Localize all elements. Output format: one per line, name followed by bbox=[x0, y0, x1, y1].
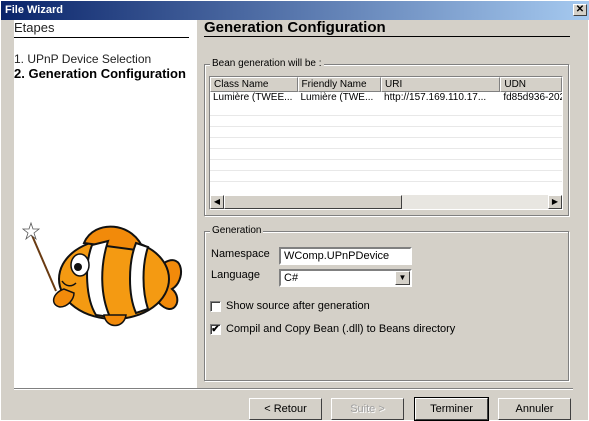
window-title: File Wizard bbox=[5, 4, 63, 16]
language-select[interactable]: C# ▼ bbox=[279, 269, 412, 287]
cell-friendly-name: Lumière (TWE... bbox=[300, 92, 374, 103]
close-button[interactable]: ✕ bbox=[573, 4, 587, 16]
column-udn[interactable]: UDN bbox=[500, 77, 562, 92]
empty-row bbox=[210, 160, 562, 171]
cell-udn: fd85d936-202 bbox=[503, 92, 562, 103]
next-button[interactable]: Suite > bbox=[331, 398, 404, 420]
finish-button[interactable]: Terminer bbox=[414, 397, 489, 421]
scroll-thumb[interactable] bbox=[224, 195, 402, 209]
title-bar: File Wizard ✕ bbox=[1, 1, 589, 20]
column-uri[interactable]: URI bbox=[381, 77, 501, 92]
file-wizard-window: File Wizard ✕ Etapes 1. UPnP Device Sele… bbox=[0, 0, 589, 421]
bean-generation-label: Bean generation will be : bbox=[210, 58, 324, 69]
generation-group-label: Generation bbox=[210, 225, 264, 236]
empty-row bbox=[210, 116, 562, 127]
empty-row bbox=[210, 149, 562, 160]
namespace-label: Namespace bbox=[211, 248, 270, 260]
cell-uri: http://157.169.110.17... bbox=[384, 92, 487, 103]
empty-row bbox=[210, 171, 562, 182]
bean-table[interactable]: Class Name Friendly Name URI UDN Lumière… bbox=[209, 76, 563, 210]
cell-class-name: Lumière (TWEE... bbox=[213, 92, 293, 103]
scroll-right-icon[interactable]: ▶ bbox=[548, 195, 562, 209]
language-selected-value: C# bbox=[284, 272, 299, 284]
title-divider bbox=[204, 36, 570, 37]
show-source-checkbox[interactable] bbox=[210, 301, 221, 312]
page-title: Generation Configuration bbox=[204, 19, 386, 36]
back-button[interactable]: < Retour bbox=[249, 398, 322, 420]
language-label: Language bbox=[211, 269, 260, 281]
column-class-name[interactable]: Class Name bbox=[210, 77, 298, 92]
steps-header: Etapes bbox=[14, 20, 55, 35]
table-row[interactable]: Lumière (TWEE... Lumière (TWE... http://… bbox=[210, 92, 562, 105]
scroll-left-icon[interactable]: ◀ bbox=[210, 195, 224, 209]
empty-row bbox=[210, 138, 562, 149]
column-friendly-name[interactable]: Friendly Name bbox=[297, 77, 382, 92]
show-source-label: Show source after generation bbox=[226, 300, 370, 312]
chevron-down-icon[interactable]: ▼ bbox=[395, 271, 410, 285]
empty-row bbox=[210, 127, 562, 138]
empty-row bbox=[210, 105, 562, 116]
horizontal-scrollbar[interactable]: ◀ ▶ bbox=[210, 195, 562, 209]
cancel-button[interactable]: Annuler bbox=[498, 398, 571, 420]
steps-divider bbox=[14, 37, 189, 38]
clownfish-wizard-illustration bbox=[21, 221, 183, 327]
compil-copy-label: Compil and Copy Bean (.dll) to Beans dir… bbox=[226, 323, 456, 335]
step-item-upnp-selection: 1. UPnP Device Selection bbox=[14, 52, 152, 66]
footer-divider bbox=[14, 388, 573, 390]
step-item-generation-config: 2. Generation Configuration bbox=[14, 66, 186, 81]
compil-copy-checkbox[interactable]: ✔ bbox=[210, 324, 221, 335]
table-header: Class Name Friendly Name URI UDN bbox=[210, 77, 562, 92]
namespace-input[interactable]: WComp.UPnPDevice bbox=[279, 247, 412, 265]
